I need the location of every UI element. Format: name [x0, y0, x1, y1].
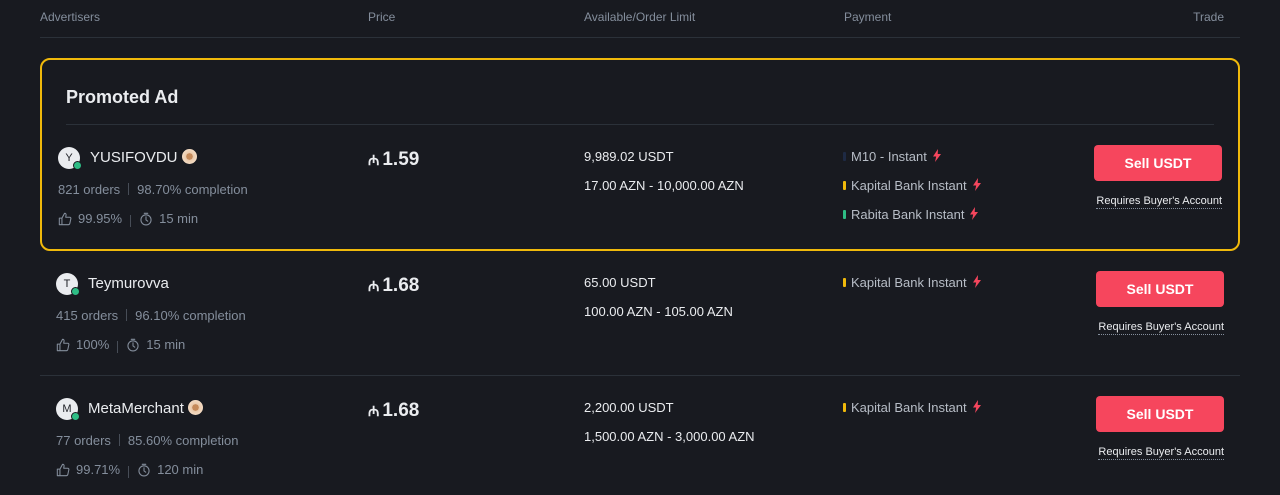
avatar-initial: Y [65, 152, 73, 164]
positive-rate: 99.71% [76, 462, 121, 477]
payment-methods: Kapital Bank Instant [843, 400, 982, 429]
sell-usdt-button[interactable]: Sell USDT [1094, 145, 1222, 181]
positive-rate: 99.95% [78, 211, 123, 226]
price: ₼ 1.59 [368, 149, 419, 171]
price: ₼ 1.68 [368, 400, 419, 422]
divider [40, 375, 1240, 376]
online-status-dot [71, 412, 80, 421]
payment-color-bar [843, 181, 846, 190]
lightning-icon [932, 149, 941, 162]
thumbs-up-icon [58, 212, 72, 225]
payment-method: M10 - Instant [843, 149, 982, 178]
payment-methods: M10 - Instant Kapital Bank Instant Rabit… [843, 149, 982, 236]
completion-rate: 85.60% completion [127, 433, 239, 448]
completion-rate: 96.10% completion [135, 308, 246, 323]
trade-action: Sell USDT Requires Buyer's Account [1082, 145, 1222, 209]
thumbs-up-icon [56, 463, 70, 476]
advertiser-name-wrap: MetaMerchant [88, 400, 203, 417]
timer-icon [140, 212, 152, 225]
available-amount: 9,989.02 USDT [584, 149, 674, 164]
advertiser-stats: 821 orders 98.70% completion [58, 182, 248, 197]
payment-label: M10 - Instant [851, 149, 927, 164]
header-trade: Trade [1193, 10, 1224, 24]
header-price: Price [368, 10, 396, 24]
payment-color-bar [843, 403, 846, 412]
advertiser-name[interactable]: MetaMerchant [88, 400, 184, 417]
lightning-icon [970, 207, 979, 220]
price: ₼ 1.68 [368, 275, 419, 297]
payment-method: Kapital Bank Instant [843, 400, 982, 429]
promoted-ad-title: Promoted Ad [66, 87, 179, 107]
merchant-badge-icon [187, 400, 203, 415]
payment-label: Kapital Bank Instant [851, 178, 967, 193]
avatar[interactable]: M [56, 398, 80, 421]
price-value: 1.68 [382, 400, 420, 421]
payment-label: Kapital Bank Instant [851, 275, 967, 290]
merchant-badge-icon [181, 149, 197, 164]
timer-icon [138, 463, 150, 476]
payment-methods: Kapital Bank Instant [843, 275, 982, 304]
requires-buyer-account-link[interactable]: Requires Buyer's Account [1098, 321, 1224, 335]
lightning-icon [972, 400, 981, 413]
avatar-initial: T [63, 278, 71, 290]
available-amount: 65.00 USDT [584, 275, 656, 290]
header-payment: Payment [844, 10, 892, 24]
positive-rate: 100% [76, 337, 110, 352]
price-value: 1.59 [382, 149, 420, 170]
payment-method: Kapital Bank Instant [843, 275, 982, 304]
advertiser-metrics: 99.71% 120 min [56, 462, 203, 480]
avatar-initial: M [62, 403, 72, 415]
advertiser-metrics: 100% 15 min [56, 337, 185, 355]
p2p-ad-list: Advertisers Price Available/Order Limit … [0, 0, 1280, 495]
currency-symbol: ₼ [368, 152, 380, 168]
header-available: Available/Order Limit [584, 10, 696, 24]
payment-color-bar [843, 210, 846, 219]
completion-rate: 98.70% completion [137, 182, 248, 197]
lightning-icon [972, 275, 981, 288]
divider [66, 124, 1214, 125]
orders-count: 821 orders [58, 182, 121, 197]
thumbs-up-icon [56, 338, 70, 351]
avatar[interactable]: Y [58, 147, 82, 170]
order-limit: 17.00 AZN - 10,000.00 AZN [584, 178, 744, 193]
trade-action: Sell USDT Requires Buyer's Account [1084, 271, 1224, 335]
currency-symbol: ₼ [368, 278, 380, 294]
payment-label: Kapital Bank Instant [851, 400, 967, 415]
online-status-dot [73, 161, 82, 170]
avatar[interactable]: T [56, 273, 80, 296]
order-limit: 1,500.00 AZN - 3,000.00 AZN [584, 429, 755, 444]
requires-buyer-account-link[interactable]: Requires Buyer's Account [1098, 446, 1224, 460]
orders-count: 77 orders [56, 433, 111, 448]
release-time: 15 min [146, 337, 186, 352]
advertiser-name-wrap: Teymurovva [88, 275, 169, 292]
advertiser-name-wrap: YUSIFOVDU [90, 149, 197, 166]
sell-usdt-button[interactable]: Sell USDT [1096, 396, 1224, 432]
header-advertisers: Advertisers [40, 10, 101, 24]
release-time: 120 min [157, 462, 204, 477]
advertiser-stats: 77 orders 85.60% completion [56, 433, 239, 448]
release-time: 15 min [159, 211, 199, 226]
advertiser-metrics: 99.95% 15 min [58, 211, 198, 229]
requires-buyer-account-link[interactable]: Requires Buyer's Account [1096, 195, 1222, 209]
currency-symbol: ₼ [368, 403, 380, 419]
advertiser-name[interactable]: Teymurovva [88, 275, 169, 292]
trade-action: Sell USDT Requires Buyer's Account [1084, 396, 1224, 460]
lightning-icon [972, 178, 981, 191]
payment-method: Kapital Bank Instant [843, 178, 982, 207]
advertiser-stats: 415 orders 96.10% completion [56, 308, 246, 323]
online-status-dot [71, 287, 80, 296]
orders-count: 415 orders [56, 308, 119, 323]
order-limit: 100.00 AZN - 105.00 AZN [584, 304, 733, 319]
payment-color-bar [843, 278, 846, 287]
available-amount: 2,200.00 USDT [584, 400, 674, 415]
payment-label: Rabita Bank Instant [851, 207, 965, 222]
advertiser-name[interactable]: YUSIFOVDU [90, 149, 178, 166]
price-value: 1.68 [382, 275, 420, 296]
timer-icon [127, 338, 139, 351]
payment-color-bar [843, 152, 846, 161]
table-header: Advertisers Price Available/Order Limit … [40, 0, 1240, 38]
sell-usdt-button[interactable]: Sell USDT [1096, 271, 1224, 307]
payment-method: Rabita Bank Instant [843, 207, 982, 236]
